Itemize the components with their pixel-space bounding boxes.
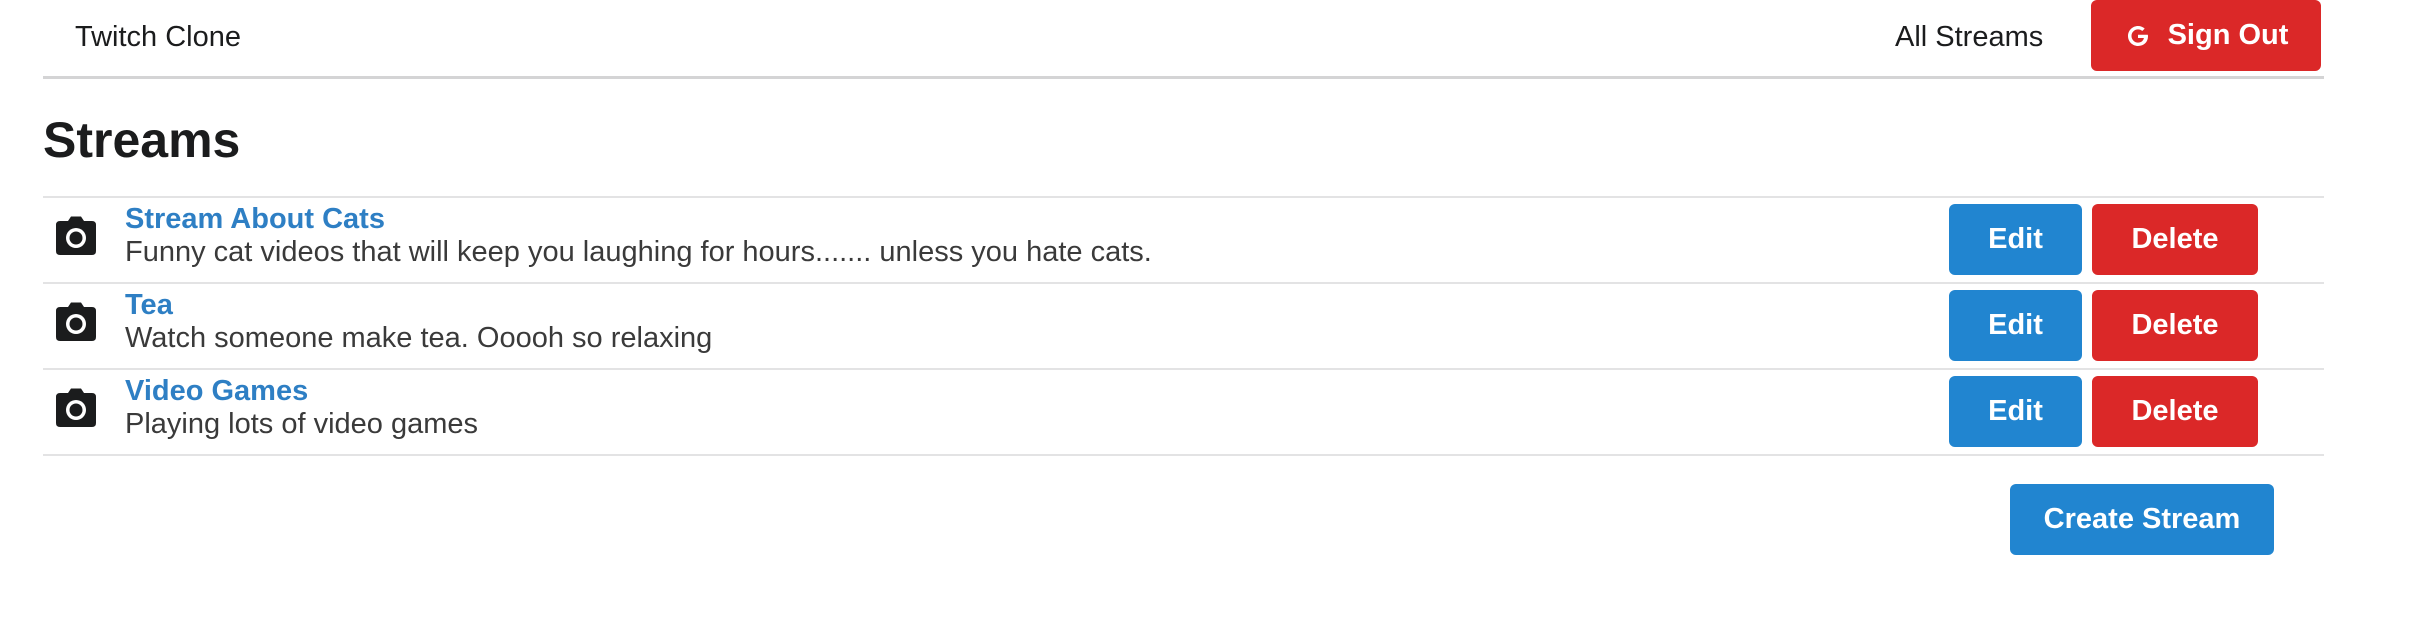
stream-description: Watch someone make tea. Ooooh so relaxin…: [125, 322, 713, 354]
stream-title-link[interactable]: Stream About Cats: [125, 202, 385, 236]
edit-button[interactable]: Edit: [1949, 376, 2082, 447]
all-streams-link[interactable]: All Streams: [1895, 18, 2043, 56]
edit-button[interactable]: Edit: [1949, 204, 2082, 275]
stream-description: Playing lots of video games: [125, 408, 479, 440]
top-nav: Twitch Clone All Streams Sign Out: [43, 0, 2324, 79]
stream-list-item: Tea Watch someone make tea. Ooooh so rel…: [43, 284, 2324, 370]
delete-button[interactable]: Delete: [2092, 376, 2258, 447]
stream-list-item: Video Games Playing lots of video games …: [43, 370, 2324, 456]
camera-icon: [55, 216, 97, 256]
create-stream-button[interactable]: Create Stream: [2010, 484, 2274, 555]
delete-button[interactable]: Delete: [2092, 290, 2258, 361]
edit-button[interactable]: Edit: [1949, 290, 2082, 361]
camera-icon: [55, 388, 97, 428]
stream-description: Funny cat videos that will keep you laug…: [125, 236, 1152, 268]
stream-list-item: Stream About Cats Funny cat videos that …: [43, 198, 2324, 284]
stream-title-link[interactable]: Tea: [125, 288, 173, 322]
camera-icon: [55, 302, 97, 342]
page-title: Streams: [43, 112, 241, 168]
brand-link[interactable]: Twitch Clone: [75, 18, 241, 56]
app-container: Twitch Clone All Streams Sign Out Stream…: [43, 0, 2324, 555]
google-icon: [2124, 22, 2152, 50]
streams-list: Stream About Cats Funny cat videos that …: [43, 196, 2324, 456]
stream-title-link[interactable]: Video Games: [125, 374, 308, 408]
delete-button[interactable]: Delete: [2092, 204, 2258, 275]
sign-out-label: Sign Out: [2167, 19, 2289, 51]
sign-out-button[interactable]: Sign Out: [2091, 0, 2321, 71]
